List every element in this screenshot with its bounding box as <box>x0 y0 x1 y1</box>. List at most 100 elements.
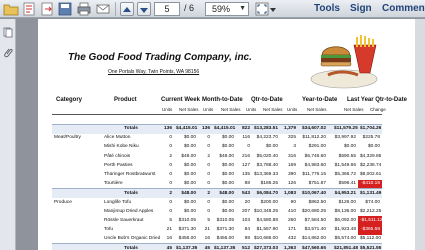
cell-cw-s: $0.00 <box>183 162 196 168</box>
cell-ly-s: $4,953.21 <box>332 188 358 198</box>
page-total-label: / 6 <box>184 3 195 13</box>
page-number-input[interactable]: 5 <box>154 2 180 16</box>
cell-qt-u: 20 <box>244 199 250 205</box>
company-address: One Portals Way, Twin Points, WA 98156 <box>108 69 200 75</box>
cell-cat <box>52 180 102 189</box>
table-row: Uncle Bob's Organic Dried Pears 16 $456.00… <box>52 235 382 244</box>
cell-chg: $4,329.85 <box>360 153 382 159</box>
cell-yt-u: 316 <box>287 153 296 159</box>
cell-cw-u: 0 <box>169 135 172 141</box>
sign-button[interactable]: Sign <box>350 3 372 14</box>
dropdown-arrow-icon[interactable] <box>268 2 278 16</box>
table-row: Tourtière 0 $0.00 0 $0.00 88 $186.25 126 $751.87… <box>52 179 382 189</box>
cell-cat <box>52 243 102 250</box>
cell-chg: -$1,511.12 <box>358 216 382 226</box>
attachment-paperclip-icon[interactable] <box>3 47 13 58</box>
zoom-select[interactable]: 59% ▼ <box>205 2 249 16</box>
toolbar-separator <box>115 2 116 16</box>
cell-cw-s: $0.00 <box>183 172 196 178</box>
cell-qt-u: 127 <box>241 162 250 168</box>
cell-cat <box>52 143 102 152</box>
cell-product: Rössle Sauerkraut <box>104 217 144 223</box>
cell-yt-s: $34,607.02 <box>298 123 328 134</box>
cell-md-s: $0.00 <box>221 208 234 214</box>
next-page-button[interactable] <box>137 2 151 16</box>
cell-product: Pâté chinois <box>104 153 131 159</box>
email-icon[interactable] <box>95 2 111 16</box>
cell-yt-u: 1,379 <box>280 123 298 134</box>
table-row: Produce Longlife Tofu 0 $0.00 0 $0.00 20 $200.0… <box>52 198 382 207</box>
cell-product: Tofu <box>104 227 114 233</box>
cell-chg: $5,521.55 <box>358 243 382 250</box>
totals-row: Totals 45 $1,137.35 45 $1,137.35 512 $27,373.0… <box>52 243 382 250</box>
cell-cw-u: 21 <box>166 227 172 233</box>
create-pdf-icon[interactable] <box>21 2 37 16</box>
save-icon[interactable] <box>57 2 73 16</box>
cell-yt-u: 390 <box>287 172 296 178</box>
cell-product: Manjimup Dried Apples <box>104 208 154 214</box>
cell-cw-s: $0.00 <box>183 199 196 205</box>
cell-yt-s: $7,584.50 <box>304 217 326 223</box>
cell-product: Thüringer Rostbratwurst <box>104 172 156 178</box>
header-last-year: Last Year Qtr-to-Date <box>347 97 407 103</box>
cell-yt-s: $47,560.65 <box>298 243 328 250</box>
cell-md-s: $456.00 <box>216 236 234 242</box>
cell-md-s: $1,137.35 <box>212 243 236 250</box>
cell-chg: -$365.58 <box>358 225 382 235</box>
cell-chg: $1,131.49 <box>358 188 382 198</box>
cell-md-u: 0 <box>207 199 210 205</box>
pages-thumbnail-icon[interactable] <box>3 27 13 38</box>
header-month-to-date: Month-to-Date <box>202 97 243 103</box>
cell-md-u: 45 <box>198 243 212 250</box>
cell-ly-s: $21,851.48 <box>332 243 358 250</box>
cell-chg: $8,002.61 <box>360 172 382 178</box>
cell-product: Uncle Bob's Organic Dried Pears <box>104 236 160 242</box>
cell-yt-u: 325 <box>287 135 296 141</box>
export-pdf-icon[interactable] <box>39 2 55 16</box>
header-year-to-date: Year-to-Date <box>302 97 338 103</box>
cell-yt-u: 3 <box>293 144 296 150</box>
header-category: Category <box>56 97 83 103</box>
cell-cw-u: 0 <box>169 199 172 205</box>
cell-cw-u: 0 <box>169 172 172 178</box>
cell-md-s: $0.00 <box>221 144 234 150</box>
arrow-down-icon <box>140 8 148 13</box>
report-body: Totals 136 $4,415.01 136 $4,415.01 822 $13,283… <box>52 123 382 250</box>
cell-md-u: 2 <box>207 153 210 159</box>
cell-cw-s: $456.00 <box>178 236 196 242</box>
cell-chg: $0.00 <box>367 144 380 150</box>
cell-qt-u: 84 <box>244 227 250 233</box>
cell-md-u: 0 <box>207 135 210 141</box>
cell-cw-u: 0 <box>169 144 172 150</box>
cell-qt-u: 98 <box>244 236 250 242</box>
cell-yt-u: 410 <box>287 208 296 214</box>
cell-cw-u: 136 <box>160 123 174 134</box>
cell-cw-u: 2 <box>169 153 172 159</box>
previous-page-button[interactable] <box>120 2 134 16</box>
cell-qt-u: 216 <box>241 153 250 159</box>
cell-cat <box>52 235 102 244</box>
cell-cat: Produce <box>54 199 72 205</box>
cell-md-u: 136 <box>198 123 212 134</box>
open-folder-icon[interactable] <box>3 2 19 16</box>
cell-cat <box>52 207 102 216</box>
zoom-value: 59% <box>212 4 231 14</box>
cell-product: Mishi Kobe Niku <box>104 144 139 150</box>
cell-ly-s: $5,366.72 <box>334 172 356 178</box>
tools-button[interactable]: Tools <box>314 3 340 14</box>
print-icon[interactable] <box>76 2 92 16</box>
cell-qt-s: $27,373.03 <box>252 243 280 250</box>
cell-ly-s: $8,136.00 <box>334 208 356 214</box>
cell-yt-s: $14,862.00 <box>301 236 326 242</box>
cell-yt-u: 260 <box>287 217 296 223</box>
comment-button[interactable]: Comment <box>382 3 425 14</box>
cell-md-s: $48.00 <box>219 153 234 159</box>
sub-units: Units <box>162 107 173 112</box>
cell-cw-s: $48.00 <box>181 153 196 159</box>
vertical-scrollbar[interactable] <box>415 19 425 250</box>
cell-ly-s: $3,997.92 <box>334 135 356 141</box>
sub-net-sales: Net Sales <box>179 107 199 112</box>
sub-net-sales: Net Sales <box>307 107 327 112</box>
table-row: Mishi Kobe Niku 0 $0.00 0 $0.00 0 $0.00 3 $291.0… <box>52 143 382 152</box>
cell-yt-s: $751.87 <box>308 180 326 186</box>
